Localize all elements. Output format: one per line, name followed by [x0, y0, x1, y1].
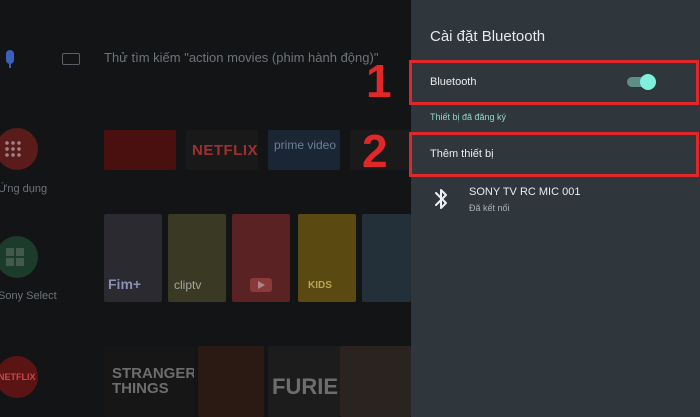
movie-tile-poster[interactable]: [198, 346, 264, 417]
device-name: SONY TV RC MIC 001: [469, 186, 581, 198]
netflix-shortcut-text: NETFLIX: [0, 372, 36, 382]
home-search-bar[interactable]: Thử tìm kiếm "action movies (phim hành đ…: [0, 44, 411, 74]
keyboard-icon[interactable]: [62, 53, 80, 65]
paired-devices-header: Thiết bị đã đăng ký: [430, 112, 507, 122]
sony-select-shortcut[interactable]: [0, 236, 38, 278]
content-tile-kids[interactable]: KIDS: [298, 214, 356, 302]
fim-tile-text: Fim+: [108, 276, 142, 292]
apps-shortcut[interactable]: [0, 128, 38, 170]
search-hint: Thử tìm kiếm "action movies (phim hành đ…: [104, 50, 379, 65]
netflix-shortcut[interactable]: NETFLIX: [0, 356, 38, 398]
content-tile-youtube[interactable]: [232, 214, 290, 302]
cliptv-tile-text: cliptv: [174, 278, 202, 292]
apps-shortcut-label: Ứng dụng: [0, 183, 48, 195]
kids-tile-text: KIDS: [308, 280, 332, 291]
home-screen-background: Thử tìm kiếm "action movies (phim hành đ…: [0, 0, 411, 417]
paired-device-item[interactable]: SONY TV RC MIC 001 Đã kết nối: [411, 180, 700, 220]
prime-tile-text: prime video: [274, 138, 337, 152]
netflix-tile-text: NETFLIX: [192, 142, 258, 159]
microphone-icon[interactable]: [6, 50, 14, 68]
furie-text: FURIE: [272, 374, 338, 399]
annotation-box-step-2: [409, 132, 699, 177]
app-tile-red[interactable]: [104, 130, 176, 170]
movie-tile-furie[interactable]: FURIE: [268, 346, 340, 417]
annotation-number-2: 2: [362, 125, 388, 177]
play-icon: [250, 278, 272, 292]
device-status: Đã kết nối: [469, 203, 510, 213]
annotation-number-1: 1: [366, 55, 392, 107]
bluetooth-icon: [435, 189, 447, 209]
panel-title: Cài đặt Bluetooth: [430, 28, 546, 45]
content-tile-fim[interactable]: Fim+: [104, 214, 162, 302]
content-tile-cliptv[interactable]: cliptv: [168, 214, 226, 302]
movie-tile-portrait[interactable]: [340, 346, 411, 417]
app-tile-netflix[interactable]: NETFLIX: [186, 130, 258, 170]
apps-grid-icon: [4, 140, 22, 158]
sony-select-label: Sony Select: [0, 290, 57, 302]
annotation-box-step-1: [409, 60, 699, 105]
sony-select-icon: [6, 248, 24, 266]
content-tile-extra[interactable]: [362, 214, 411, 302]
stranger-things-text: STRANGER THINGS: [112, 365, 194, 397]
app-tile-prime-video[interactable]: prime video: [268, 130, 340, 170]
movie-tile-stranger-things[interactable]: STRANGER THINGS: [104, 346, 194, 417]
